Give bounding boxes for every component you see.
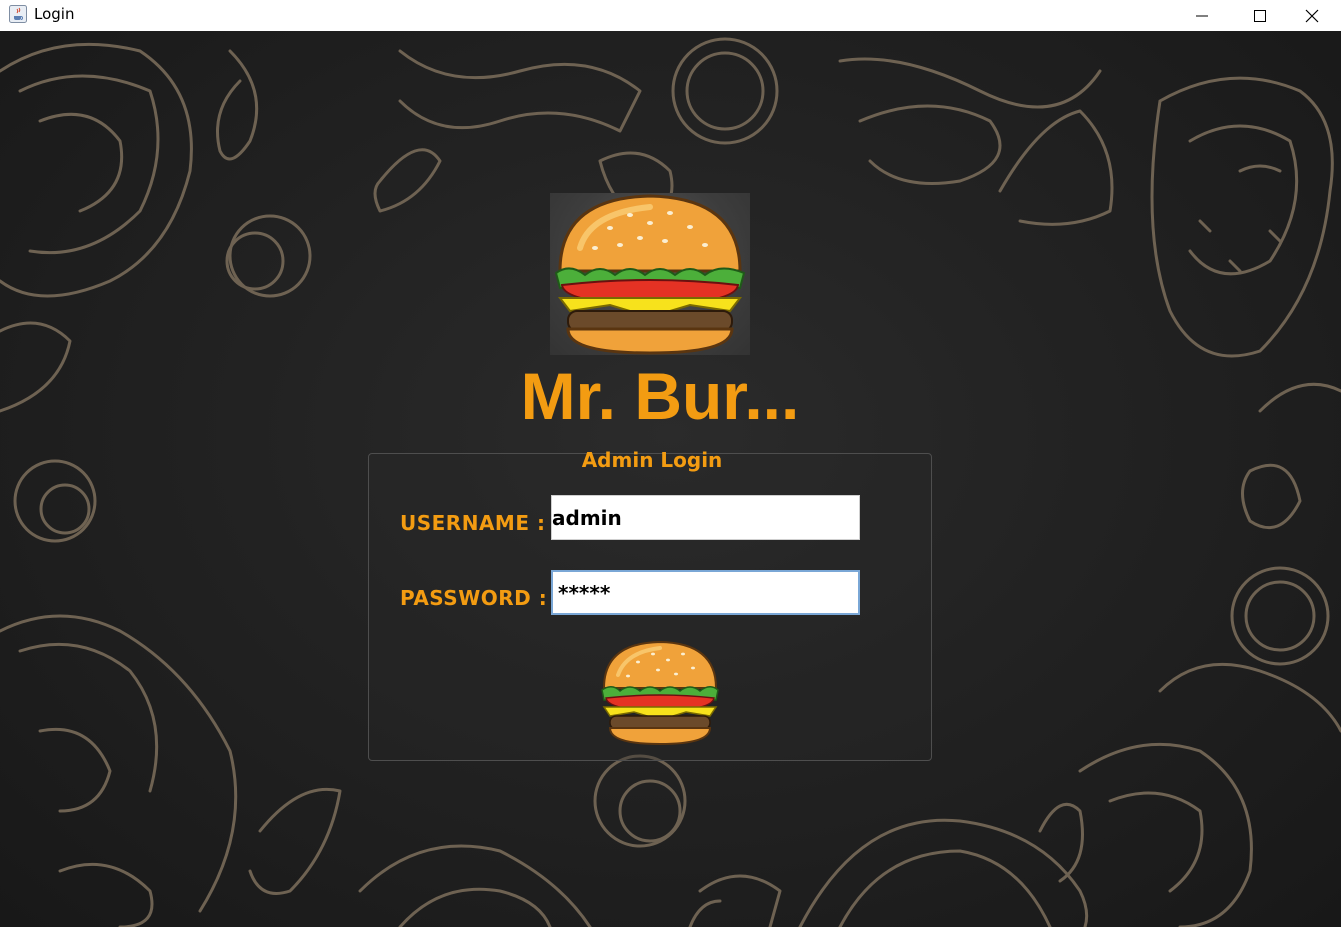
brand-title: Mr. Bur... xyxy=(520,359,800,433)
java-cup-icon xyxy=(9,5,27,23)
burger-icon xyxy=(601,640,719,746)
maximize-icon xyxy=(1254,9,1266,22)
panel-title: Admin Login xyxy=(581,448,723,472)
minimize-button[interactable] xyxy=(1173,0,1231,31)
maximize-button[interactable] xyxy=(1231,0,1289,31)
login-button[interactable] xyxy=(598,640,722,746)
window-titlebar: Login xyxy=(0,0,1341,31)
brand-logo xyxy=(550,193,750,355)
window-title: Login xyxy=(34,5,75,23)
close-icon xyxy=(1305,9,1319,22)
password-label: PASSWORD : xyxy=(400,586,548,610)
close-button[interactable] xyxy=(1283,0,1341,31)
minimize-icon xyxy=(1196,15,1208,16)
burger-icon xyxy=(554,194,746,355)
password-field[interactable]: ***** xyxy=(551,570,860,615)
username-label: USERNAME : xyxy=(400,511,546,535)
username-field[interactable]: admin xyxy=(551,495,860,540)
